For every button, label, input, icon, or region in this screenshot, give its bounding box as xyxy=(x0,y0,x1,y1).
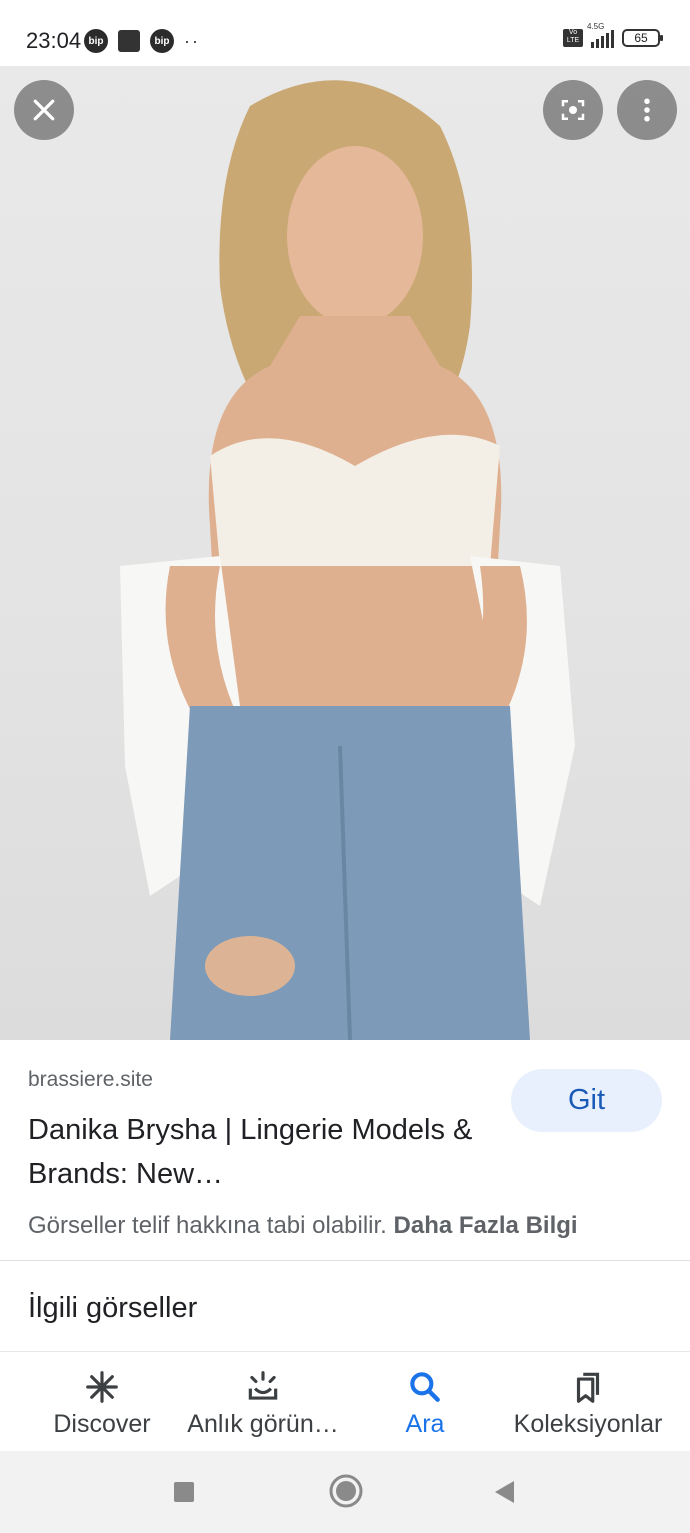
collections-icon xyxy=(576,1372,600,1403)
app-notification-icon xyxy=(118,30,140,52)
visit-button[interactable]: Git xyxy=(511,1069,662,1132)
status-time: 23:04 xyxy=(26,28,82,53)
preview-image xyxy=(120,80,575,1040)
triangle-back-icon[interactable] xyxy=(492,1475,516,1509)
nav-discover[interactable]: Discover xyxy=(46,1352,158,1452)
lens-icon xyxy=(561,100,585,120)
result-info: brassiere.site Danika Brysha | Lingerie … xyxy=(0,1040,690,1260)
nav-collections[interactable]: Koleksiyonlar xyxy=(505,1352,671,1452)
square-icon[interactable] xyxy=(172,1475,196,1509)
battery-icon: 65 xyxy=(622,29,663,47)
nav-snapshot[interactable]: Anlık görün… xyxy=(180,1352,346,1452)
close-icon xyxy=(33,99,55,121)
status-bar: 23:04 bip bip ·· Vo LTE 4.5G 65 xyxy=(0,0,690,66)
volte-icon: Vo LTE xyxy=(563,29,583,47)
nav-discover-label: Discover xyxy=(53,1410,151,1438)
related-images-heading: İlgili görseller xyxy=(28,1292,198,1324)
network-type: 4.5G xyxy=(587,22,605,31)
snapshot-icon xyxy=(248,1371,278,1400)
more-info-link[interactable]: Daha Fazla Bilgi xyxy=(394,1212,578,1239)
nav-search[interactable]: Ara xyxy=(395,1352,455,1452)
nav-collections-label: Koleksiyonlar xyxy=(513,1410,663,1438)
bip-notification-icon: bip xyxy=(150,29,174,53)
source-domain[interactable]: brassiere.site xyxy=(28,1068,153,1092)
signal-icon: 4.5G xyxy=(587,22,614,48)
close-button[interactable] xyxy=(14,80,74,140)
copyright-notice: Görseller telif hakkına tabi olabilir. D… xyxy=(28,1212,578,1240)
more-options-button[interactable] xyxy=(617,80,677,140)
asterisk-icon xyxy=(86,1371,118,1403)
image-viewer[interactable] xyxy=(0,66,690,1040)
divider xyxy=(0,1260,690,1261)
lens-search-button[interactable] xyxy=(543,80,603,140)
notification-icons: bip bip ·· xyxy=(84,29,200,53)
more-notifications-icon: ·· xyxy=(184,30,200,51)
more-vert-icon xyxy=(644,98,650,122)
copyright-text: Görseller telif hakkına tabi olabilir. xyxy=(28,1212,387,1239)
nav-snapshot-label: Anlık görün… xyxy=(187,1410,339,1438)
bottom-navigation: Discover Anlık görün… Ara Koleksiyonlar xyxy=(0,1351,690,1452)
system-navigation-bar xyxy=(0,1451,690,1533)
bip-notification-icon: bip xyxy=(84,29,108,53)
system-status-icons: Vo LTE 4.5G 65 xyxy=(563,22,663,48)
circle-icon[interactable] xyxy=(328,1473,364,1509)
nav-search-label: Ara xyxy=(405,1410,445,1438)
result-title[interactable]: Danika Brysha | Lingerie Models & Brands… xyxy=(28,1108,478,1196)
search-icon xyxy=(410,1372,440,1402)
